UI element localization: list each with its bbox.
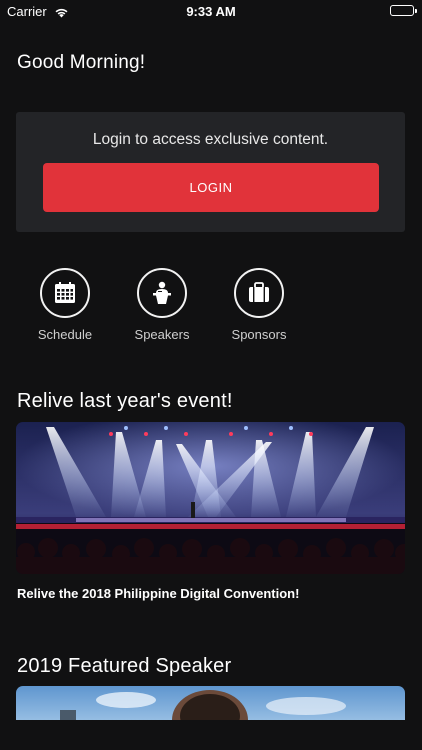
sponsors-button[interactable]: Sponsors <box>219 268 299 342</box>
podium-speaker-icon <box>137 268 187 318</box>
battery-icon <box>390 5 417 16</box>
sponsors-label: Sponsors <box>231 327 287 342</box>
login-card: Login to access exclusive content. LOGIN <box>16 112 405 232</box>
speakers-label: Speakers <box>134 327 190 342</box>
login-button[interactable]: LOGIN <box>43 163 379 212</box>
login-message: Login to access exclusive content. <box>92 131 329 148</box>
speakers-button[interactable]: Speakers <box>122 268 202 342</box>
schedule-label: Schedule <box>37 327 93 342</box>
bottom-fade <box>0 720 422 750</box>
event-stage-photo[interactable] <box>16 422 405 574</box>
status-bar: Carrier 9:33 AM <box>0 0 422 24</box>
event-caption: Relive the 2018 Philippine Digital Conve… <box>17 586 300 601</box>
briefcase-icon <box>234 268 284 318</box>
clock: 9:33 AM <box>186 4 236 19</box>
greeting-title: Good Morning! <box>17 52 146 73</box>
schedule-button[interactable]: Schedule <box>25 268 105 342</box>
featured-speaker-title: 2019 Featured Speaker <box>17 655 232 677</box>
relive-section-title: Relive last year's event! <box>17 390 233 412</box>
calendar-icon <box>40 268 90 318</box>
